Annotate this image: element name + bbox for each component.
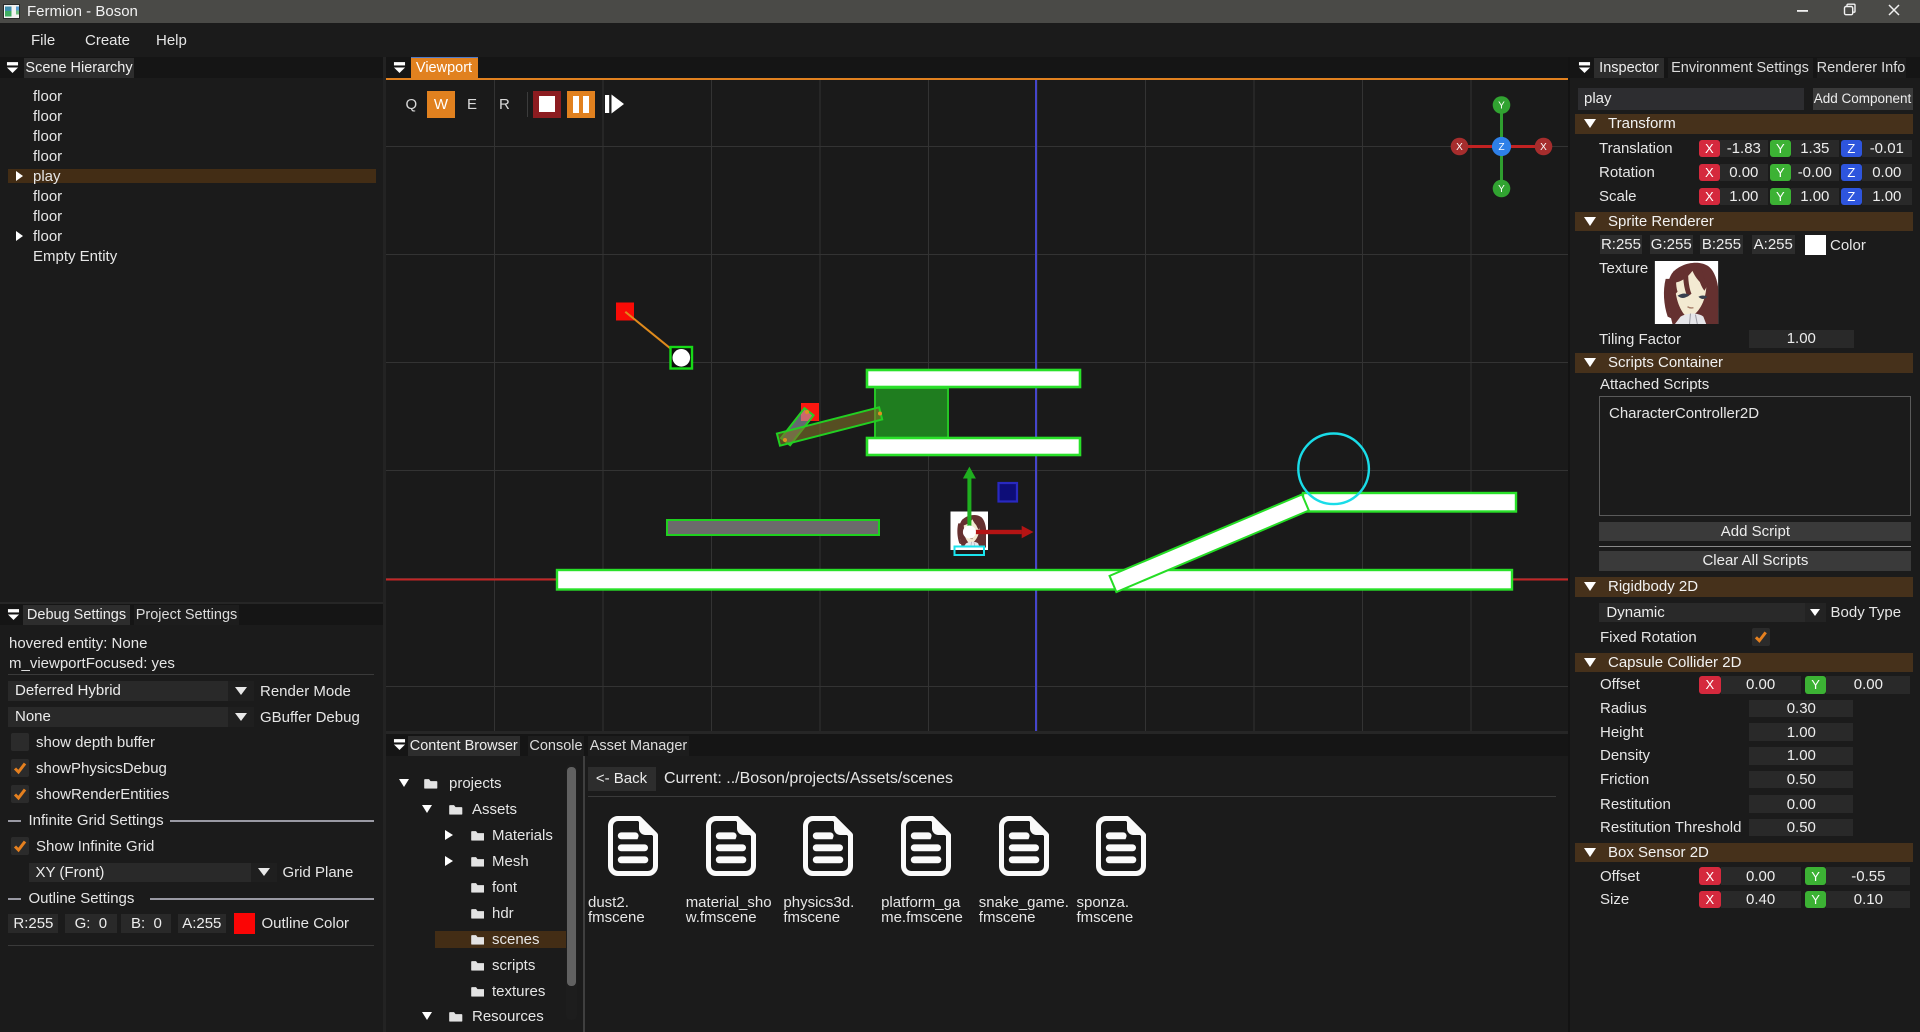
- svg-text:Z: Z: [1498, 142, 1504, 153]
- svg-text:Y: Y: [1498, 101, 1505, 112]
- svg-text:X: X: [1456, 142, 1463, 153]
- svg-text:Y: Y: [1498, 184, 1505, 195]
- svg-text:X: X: [1540, 142, 1547, 153]
